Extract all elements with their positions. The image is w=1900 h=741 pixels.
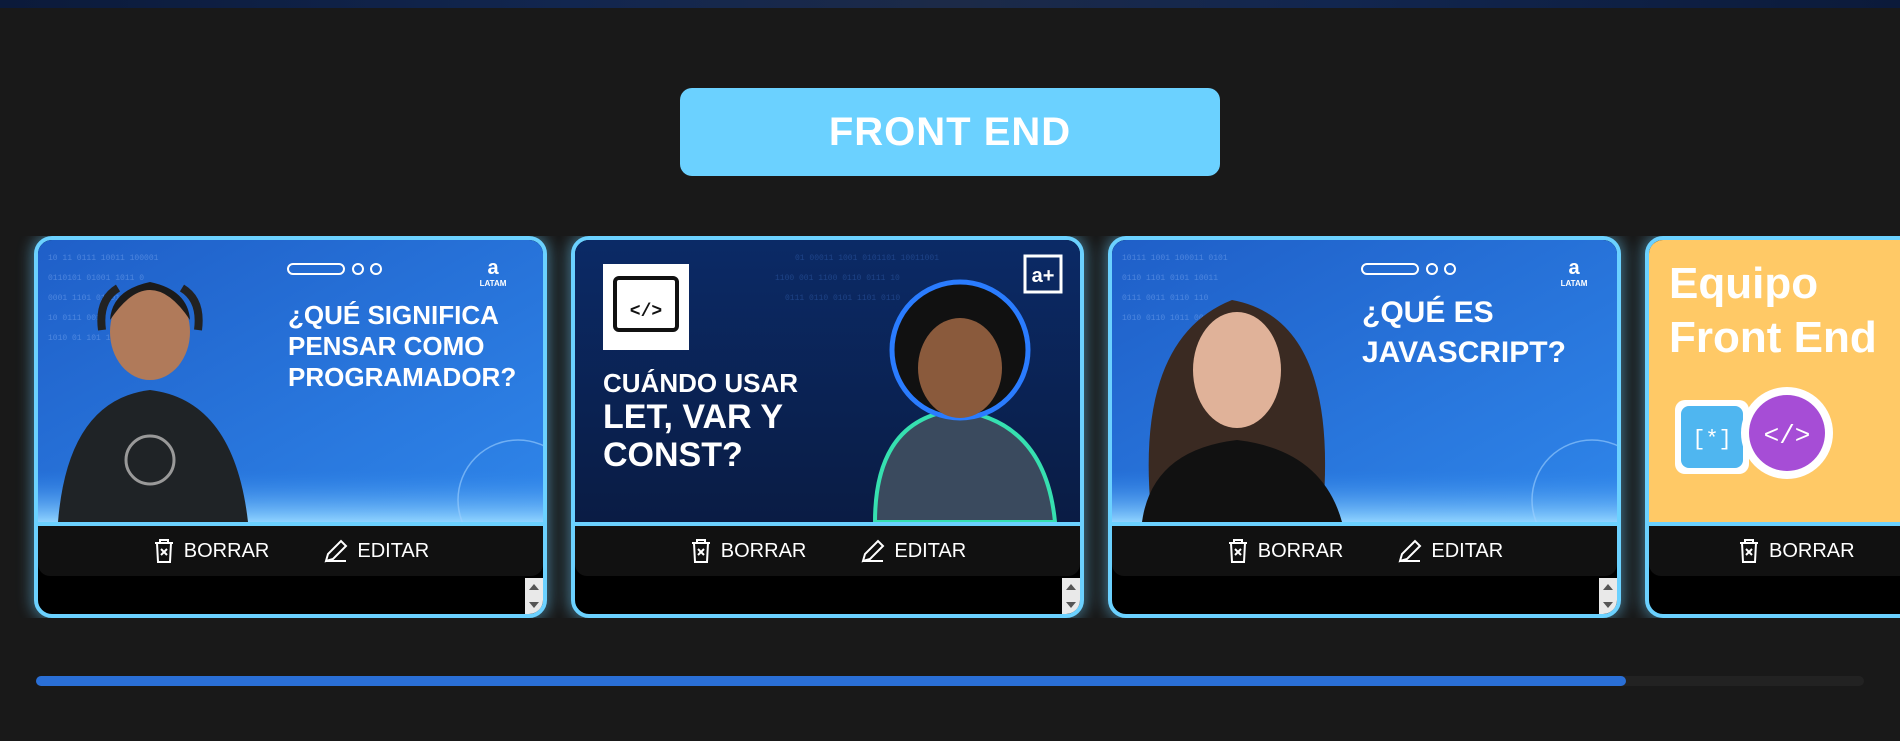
thumbnail-title-line: LET, VAR Y xyxy=(603,398,783,436)
delete-label: BORRAR xyxy=(1257,539,1344,562)
edit-button[interactable]: EDITAR xyxy=(860,538,966,564)
svg-text:10111 1001 100011 0101: 10111 1001 100011 0101 xyxy=(1122,254,1228,263)
edit-button[interactable]: EDITAR xyxy=(323,538,429,564)
carousel-scrollbar-thumb[interactable] xyxy=(36,676,1627,686)
carousel-scrollbar-track[interactable] xyxy=(36,676,1864,686)
svg-text:</>: </> xyxy=(1764,421,1811,451)
scrollbar[interactable] xyxy=(1599,578,1617,614)
delete-button[interactable]: BORRAR xyxy=(1226,537,1344,565)
svg-text:0111 0110 0101 1101 0110: 0111 0110 0101 1101 0110 xyxy=(785,294,900,303)
svg-text:</>: </> xyxy=(630,302,662,322)
thumbnail-title-line: PENSAR COMO xyxy=(288,331,484,361)
video-card[interactable]: 01 00011 1001 0101101 10011001 1100 001 … xyxy=(571,236,1084,618)
delete-label: BORRAR xyxy=(183,539,270,562)
thumbnail-title-line: ¿QUÉ SIGNIFICA xyxy=(288,300,499,330)
delete-label: BORRAR xyxy=(1769,539,1855,562)
delete-label: BORRAR xyxy=(720,539,807,562)
video-thumbnail[interactable]: Equipo Front End [*] </> xyxy=(1649,240,1900,522)
card-actions: BORRAR EDITAR xyxy=(38,522,543,576)
svg-text:1100 001 1100 0110 0111 10: 1100 001 1100 0110 0111 10 xyxy=(775,274,900,283)
svg-text:0110 1101 0101 10011: 0110 1101 0101 10011 xyxy=(1122,274,1218,283)
svg-text:[*]: [*] xyxy=(1692,427,1732,452)
card-actions: BORRAR EDITAR xyxy=(575,522,1080,576)
pencil-icon xyxy=(861,539,885,563)
video-card[interactable]: 10111 1001 100011 0101 0110 1101 0101 10… xyxy=(1108,236,1621,618)
svg-text:01 00011 1001 0101101 10011001: 01 00011 1001 0101101 10011001 xyxy=(795,254,939,263)
brand-text: a+ xyxy=(1032,265,1055,287)
svg-text:0111 0011 0110 110: 0111 0011 0110 110 xyxy=(1122,294,1209,303)
brand-text: LATAM xyxy=(480,279,507,288)
thumbnail-title-line: Front End xyxy=(1669,313,1877,362)
edit-label: EDITAR xyxy=(1431,539,1504,562)
top-banner-edge xyxy=(0,0,1900,8)
scrollbar[interactable] xyxy=(525,578,543,614)
edit-label: EDITAR xyxy=(357,539,430,562)
video-thumbnail[interactable]: 10 11 0111 10011 100001 0110101 01001 10… xyxy=(38,240,543,522)
thumbnail-title-line: CONST? xyxy=(603,436,743,474)
video-thumbnail[interactable]: 10111 1001 100011 0101 0110 1101 0101 10… xyxy=(1112,240,1617,522)
delete-button[interactable]: BORRAR xyxy=(152,537,270,565)
delete-button[interactable]: BORRAR xyxy=(1737,537,1855,565)
video-card[interactable]: Equipo Front End [*] </> BORRAR xyxy=(1645,236,1900,618)
thumbnail-title-line: CUÁNDO USAR xyxy=(603,368,798,398)
video-carousel[interactable]: 10 11 0111 10011 100001 0110101 01001 10… xyxy=(0,236,1900,618)
brand-text: LATAM xyxy=(1561,279,1588,288)
edit-label: EDITAR xyxy=(894,539,967,562)
thumbnail-title-line: PROGRAMADOR? xyxy=(288,362,516,392)
pencil-icon xyxy=(324,539,348,563)
pencil-icon xyxy=(1398,539,1422,563)
video-card[interactable]: 10 11 0111 10011 100001 0110101 01001 10… xyxy=(34,236,547,618)
edit-button[interactable]: EDITAR xyxy=(1397,538,1503,564)
delete-button[interactable]: BORRAR xyxy=(689,537,807,565)
thumbnail-title-line: ¿QUÉ ES xyxy=(1362,295,1494,329)
svg-text:1010 0110 1011 001: 1010 0110 1011 001 xyxy=(1122,314,1209,323)
card-actions: BORRAR xyxy=(1649,522,1900,576)
scrollbar[interactable] xyxy=(1062,578,1080,614)
thumbnail-title-line: Equipo xyxy=(1669,259,1818,308)
trash-icon xyxy=(1740,539,1758,563)
trash-icon xyxy=(691,539,710,563)
card-actions: BORRAR EDITAR xyxy=(1112,522,1617,576)
trash-icon xyxy=(154,539,173,563)
svg-text:0110101 01001 1011 0: 0110101 01001 1011 0 xyxy=(48,274,144,283)
video-thumbnail[interactable]: 01 00011 1001 0101101 10011001 1100 001 … xyxy=(575,240,1080,522)
svg-text:a: a xyxy=(487,257,499,279)
thumbnail-title-line: JAVASCRIPT? xyxy=(1362,336,1566,369)
svg-text:10 11 0111 10011 100001: 10 11 0111 10011 100001 xyxy=(48,254,159,263)
trash-icon xyxy=(1228,539,1247,563)
svg-text:a: a xyxy=(1568,257,1580,279)
category-title: FRONT END xyxy=(680,88,1220,176)
